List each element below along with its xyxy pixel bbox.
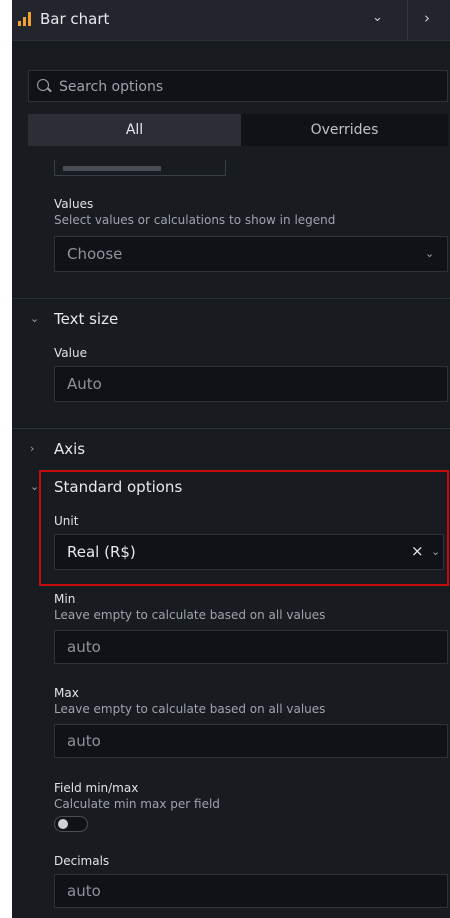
tab-overrides[interactable]: Overrides <box>241 114 448 146</box>
max-placeholder: auto <box>67 732 101 750</box>
chevron-down-icon[interactable]: ⌄ <box>372 10 383 25</box>
field-minmax-toggle[interactable] <box>54 816 88 832</box>
viz-title: Bar chart <box>40 10 110 28</box>
text-size-value-label: Value <box>54 346 87 360</box>
min-input[interactable]: auto <box>54 630 448 664</box>
chevron-right-icon[interactable]: › <box>424 9 430 27</box>
left-edge-strip <box>0 0 12 918</box>
decimals-input[interactable]: auto <box>54 874 448 908</box>
legend-mode-control-partial[interactable] <box>54 160 226 176</box>
max-label: Max <box>54 686 79 700</box>
text-size-placeholder: Auto <box>67 375 102 393</box>
values-label: Values <box>54 197 94 211</box>
chevron-down-icon: ⌄ <box>425 247 435 260</box>
decimals-placeholder: auto <box>67 882 101 900</box>
chevron-down-icon[interactable]: ⌄ <box>30 312 39 325</box>
min-placeholder: auto <box>67 638 101 656</box>
search-input[interactable] <box>57 75 441 99</box>
field-minmax-label: Field min/max <box>54 781 139 795</box>
tab-all[interactable]: All <box>28 114 241 146</box>
max-description: Leave empty to calculate based on all va… <box>54 702 326 716</box>
section-divider <box>12 428 450 429</box>
header-separator <box>407 0 408 40</box>
decimals-label: Decimals <box>54 854 110 868</box>
section-axis[interactable]: Axis <box>54 440 85 458</box>
text-size-value-input[interactable]: Auto <box>54 366 448 402</box>
options-panel: Bar chart ⌄ › All Overrides Values Selec… <box>12 0 450 918</box>
min-label: Min <box>54 592 76 606</box>
bar-chart-icon <box>18 12 32 26</box>
search-icon <box>37 79 49 91</box>
legend-mode-bar <box>63 166 161 171</box>
viz-picker-header[interactable]: Bar chart ⌄ › <box>12 0 450 41</box>
field-minmax-description: Calculate min max per field <box>54 797 220 811</box>
toggle-knob <box>58 819 68 829</box>
section-divider <box>12 298 450 299</box>
values-select[interactable]: Choose ⌄ <box>54 236 448 272</box>
section-text-size[interactable]: Text size <box>54 310 118 328</box>
values-description: Select values or calculations to show in… <box>54 213 336 227</box>
annotation-highlight-box <box>39 470 449 586</box>
search-options-field[interactable] <box>28 70 448 102</box>
options-tabs: All Overrides <box>28 114 448 146</box>
values-select-placeholder: Choose <box>67 245 123 263</box>
min-description: Leave empty to calculate based on all va… <box>54 608 326 622</box>
chevron-right-icon[interactable]: › <box>30 442 34 455</box>
chevron-down-icon[interactable]: ⌄ <box>30 480 39 493</box>
max-input[interactable]: auto <box>54 724 448 758</box>
